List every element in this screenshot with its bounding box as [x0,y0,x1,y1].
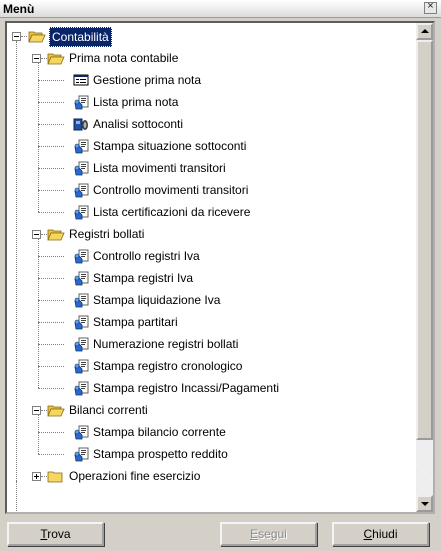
report-icon [73,446,89,462]
tree-leaf-label: Controllo movimenti transitori [93,183,249,197]
close-button[interactable]: × [424,0,437,14]
esegui-label: segui [258,527,287,541]
tree-connector [38,102,64,103]
root-folder-open-icon [28,30,46,43]
chiudi-mnemonic: C [363,527,373,541]
tree-leaf-label: Stampa prospetto reddito [93,447,228,461]
tree-leaf-label: Lista movimenti transitori [93,161,226,175]
tree-connector [38,278,64,279]
vertical-scrollbar[interactable] [416,23,433,512]
report-icon [73,248,89,264]
tree-leaf-label: Numerazione registri bollati [93,337,239,351]
tree-connector [38,238,39,388]
report-icon [73,424,89,440]
tree-connector [38,414,39,454]
tree-connector [21,36,27,37]
tree-leaf-label: Stampa registro cronologico [93,359,243,373]
folder-open-icon [47,228,65,241]
tree-group-label: Operazioni fine esercizio [69,469,201,483]
tree-leaf-label: Stampa registri Iva [93,271,194,285]
window-title: Menù [3,2,35,16]
tree-connector [38,80,64,81]
tree-leaf-label: Controllo registri Iva [93,249,200,263]
tree-connector [38,432,64,433]
tree-leaf-label: Stampa bilancio corrente [93,425,226,439]
tree-connector [38,190,64,191]
tree-leaf-label: Stampa liquidazione Iva [93,293,221,307]
tree-connector [16,41,17,485]
report-icon [73,336,89,352]
tree-connector [38,322,64,323]
report-icon [73,94,89,110]
chiudi-label: hiudi [372,527,398,541]
group-toggle[interactable] [32,472,41,481]
tree-connector [38,344,64,345]
menu-tree: Contabilità Prima nota contabile Gestione … [7,23,417,512]
tree-connector [38,168,64,169]
tree-leaf-label: Stampa situazione sottoconti [93,139,247,153]
tree-connector [38,300,64,301]
tree-root-label: Contabilità [49,27,112,47]
esegui-mnemonic: E [250,527,259,541]
tree-leaf-label: Stampa partitari [93,315,178,329]
trova-button[interactable]: Trova [7,522,104,546]
tree-connector [38,388,64,389]
group-toggle[interactable] [32,54,41,63]
tree-group-label: Registri bollati [69,227,145,241]
tree-leaf-label: Analisi sottoconti [93,117,184,131]
tree-connector [38,62,39,212]
trova-label: rova [47,527,71,541]
tree-leaf-label: Gestione prima nota [93,73,202,87]
report-icon [73,358,89,374]
folder-closed-icon [47,470,65,483]
folder-open-icon [47,404,65,417]
report-icon [73,292,89,308]
report-icon [73,314,89,330]
tree-group-label: Prima nota contabile [69,51,179,65]
menu-tree-panel: Contabilità Prima nota contabile Gestione … [5,21,435,514]
title-bar: Menù × [0,0,441,18]
folder-open-icon [47,52,65,65]
group-toggle[interactable] [32,230,41,239]
report-icon [73,182,89,198]
scroll-up-button[interactable] [416,23,433,40]
tree-connector [38,454,64,455]
tree-connector [38,366,64,367]
form-icon [73,72,89,88]
close-icon: × [427,0,434,12]
tree-leaf-label: Lista certificazioni da ricevere [93,205,251,219]
tree-leaf-label: Lista prima nota [93,95,179,109]
report-icon [73,380,89,396]
scroll-thumb[interactable] [416,40,433,440]
report-icon [73,204,89,220]
tree-connector [38,146,64,147]
tree-leaf-label: Stampa registro Incassi/Pagamenti [93,381,280,395]
analysis-icon [73,116,89,132]
report-icon [73,138,89,154]
tree-connector [38,212,64,213]
root-collapse-toggle[interactable] [12,32,21,41]
report-icon [73,160,89,176]
group-toggle[interactable] [32,406,41,415]
chiudi-button[interactable]: Chiudi [332,522,429,546]
tree-connector [38,124,64,125]
report-icon [73,270,89,286]
scroll-down-button[interactable] [416,495,433,512]
tree-group-label: Bilanci correnti [69,403,148,417]
tree-connector [38,256,64,257]
esegui-button[interactable]: Esegui [220,522,317,546]
tree-connector [16,481,17,511]
